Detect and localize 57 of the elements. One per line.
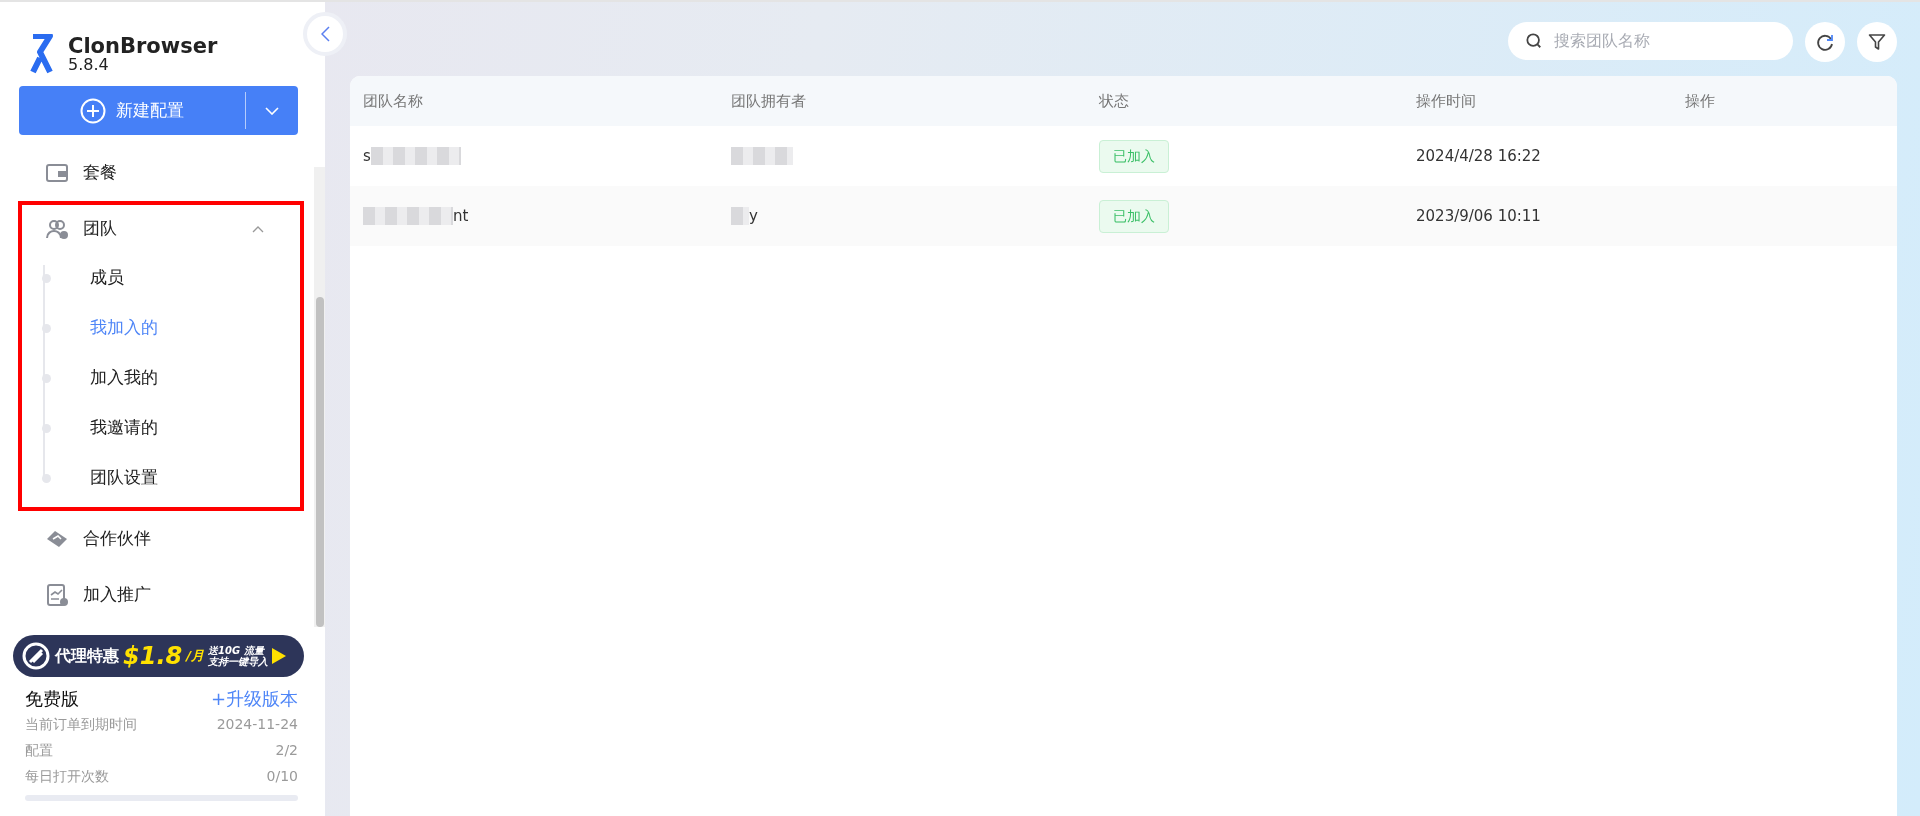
plan-label: 当前订单到期时间	[25, 714, 137, 734]
chevron-left-icon	[320, 26, 330, 42]
column-header: 团队拥有者	[731, 90, 807, 112]
table-cell: nt	[453, 206, 469, 225]
promo-text: 送10G 流量	[207, 644, 266, 656]
report-icon	[45, 583, 69, 607]
search-field[interactable]: 搜索团队名称	[1552, 28, 1775, 54]
status-tag: 已加入	[1099, 199, 1169, 233]
sidebar-subitem[interactable]: 成员	[22, 253, 300, 303]
app-version: 5.8.4	[68, 56, 110, 73]
sidebar-group-header[interactable]: 团队	[22, 205, 300, 253]
column-header: 团队名称	[363, 90, 424, 112]
people-icon	[45, 217, 69, 241]
plan-value: 2024-11-24	[216, 714, 298, 734]
filter-icon	[1868, 33, 1886, 51]
sidebar-item[interactable]: 加入推广	[0, 567, 318, 623]
promo-unit: /月	[186, 647, 204, 666]
column-header: 状态	[1099, 90, 1130, 112]
scrollbar[interactable]	[314, 167, 325, 627]
promo-title: 代理特惠	[55, 645, 119, 667]
redacted-text	[731, 147, 793, 166]
upgrade-link[interactable]: +升级版本	[210, 684, 298, 712]
table-cell: s	[363, 146, 371, 165]
search-box[interactable]: 搜索团队名称	[1508, 22, 1793, 60]
logo-icon	[30, 34, 54, 74]
sidebar-subitem[interactable]: 加入我的	[22, 353, 300, 403]
plus-circle-icon	[80, 97, 106, 124]
wallet-icon	[45, 161, 69, 185]
play-icon	[271, 648, 286, 664]
sidebar-subitem[interactable]: 团队设置	[22, 453, 300, 503]
sidebar-item[interactable]: 合作伙伴	[0, 511, 318, 567]
sidebar-item[interactable]: 套餐	[0, 145, 318, 201]
table-cell-text: 2023/9/06 10:11	[1416, 205, 1542, 227]
status-tag: 已加入	[1099, 139, 1169, 173]
chevron-down-icon	[265, 106, 279, 115]
promo-text: 支持一键导入	[207, 656, 268, 668]
table-cell-text: 2024/4/28 16:22	[1416, 145, 1542, 167]
refresh-button[interactable]	[1805, 22, 1845, 62]
refresh-icon	[1815, 32, 1835, 52]
sidebar-subitem[interactable]: 我加入的	[22, 303, 300, 353]
scrollbar-thumb[interactable]	[316, 297, 324, 627]
column-header: 操作时间	[1416, 90, 1477, 112]
plan-value: 2/2	[275, 740, 298, 760]
app-name: ClonBrowser	[68, 35, 218, 57]
sidebar-subitem[interactable]: 我邀请的	[22, 403, 300, 453]
table-cell: y	[749, 206, 758, 225]
plan-value: 0/10	[266, 766, 298, 786]
redacted-text	[731, 207, 749, 226]
chevron-up-icon	[252, 225, 264, 233]
plan-name: 免费版	[25, 686, 79, 711]
promo-price: $1.8	[123, 644, 183, 668]
column-header: 操作	[1685, 90, 1716, 112]
filter-button[interactable]	[1857, 22, 1897, 62]
search-icon	[1526, 32, 1543, 50]
plan-label: 配置	[25, 740, 53, 760]
plan-label: 每日打开次数	[25, 766, 109, 786]
collapse-button[interactable]	[303, 12, 347, 56]
